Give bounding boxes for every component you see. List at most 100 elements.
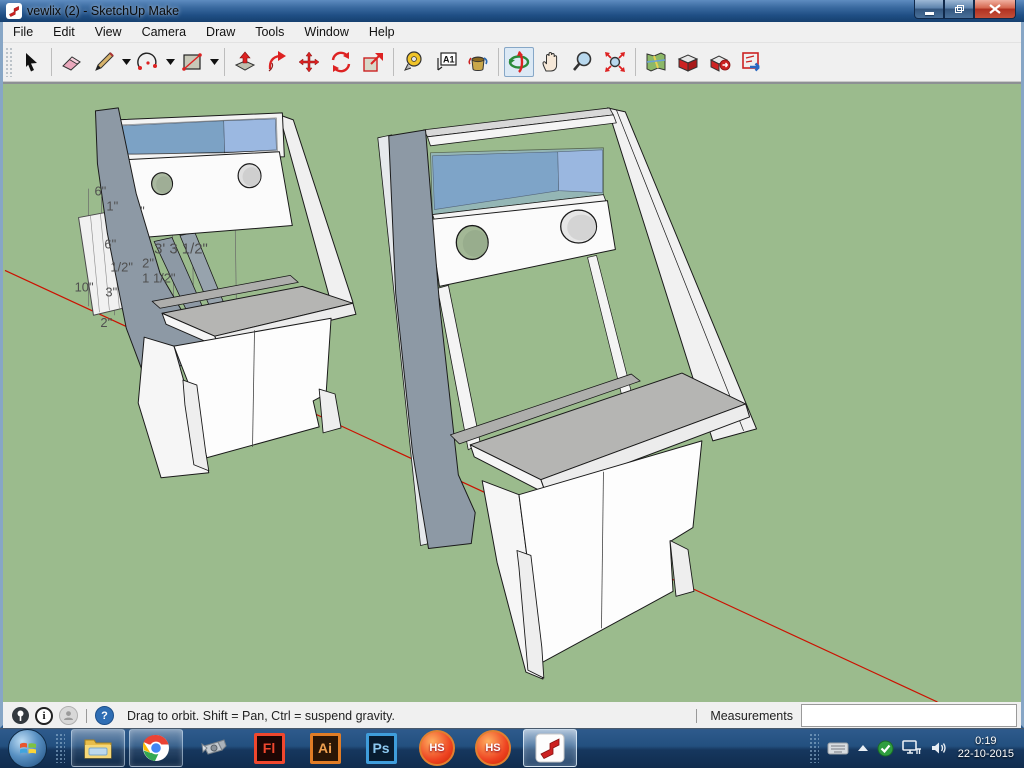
keyboard-icon[interactable] [827,741,849,755]
add-location-button[interactable] [641,47,671,77]
dim-label: " [140,204,145,219]
follow-me-tool-button[interactable] [262,47,292,77]
taskbar-chrome[interactable] [129,729,183,767]
menu-edit[interactable]: Edit [43,23,85,41]
sketchup-window: vewlix (2) - SketchUp Make File Edit Vie… [0,0,1024,728]
push-pull-tool-button[interactable] [230,47,260,77]
menu-help[interactable]: Help [359,23,405,41]
network-icon[interactable] [902,740,922,756]
model-canvas[interactable]: 6" 1" 6" 1/2" 10" 3" 2" " 3' 3 1/2" 2" 1… [3,84,1021,702]
line-tool-button[interactable] [89,47,119,77]
updates-icon[interactable] [877,740,894,757]
dim-label: 2" [142,255,154,270]
menu-draw[interactable]: Draw [196,23,245,41]
menu-file[interactable]: File [3,23,43,41]
taskbar-grip[interactable] [55,733,65,763]
rectangle-icon [180,50,204,74]
taskbar-3d-camera[interactable] [187,730,239,766]
menu-bar: File Edit View Camera Draw Tools Window … [3,22,1021,43]
flash-icon: Fl [254,733,285,764]
model-viewport[interactable]: 6" 1" 6" 1/2" 10" 3" 2" " 3' 3 1/2" 2" 1… [3,82,1021,702]
menu-view[interactable]: View [85,23,132,41]
eraser-tool-button[interactable] [57,47,87,77]
minimize-button[interactable] [914,0,944,19]
credits-info-icon[interactable]: i [35,707,53,725]
text-tool-button[interactable]: A1 [431,47,461,77]
menu-window[interactable]: Window [294,23,358,41]
3d-camera-icon [198,734,228,762]
volume-icon[interactable] [930,740,948,756]
dim-label: 6" [94,184,106,199]
window-title: vewlix (2) - SketchUp Make [27,4,179,18]
paint-bucket-tool-button[interactable] [463,47,493,77]
rotate-tool-button[interactable] [326,47,356,77]
get-models-button[interactable] [673,47,703,77]
taskbar-illustrator[interactable]: Ai [299,730,351,766]
start-button[interactable] [8,729,47,768]
tray-grip[interactable] [809,733,819,763]
sketchup-logo-icon [6,3,22,19]
arc-icon [136,50,160,74]
title-bar[interactable]: vewlix (2) - SketchUp Make [0,0,1024,22]
orbit-icon [507,50,531,74]
tape-measure-tool-button[interactable] [399,47,429,77]
text-icon: A1 [434,50,458,74]
zoom-tool-button[interactable] [568,47,598,77]
arc-tool-dropdown[interactable] [164,48,176,76]
close-button[interactable] [974,0,1016,19]
send-to-layout-button[interactable] [737,47,767,77]
zoom-extents-icon [603,50,627,74]
arc-tool-button[interactable] [133,47,163,77]
share-model-button[interactable] [705,47,735,77]
taskbar-explorer[interactable] [71,729,125,767]
show-hidden-icon[interactable] [857,744,869,752]
paint-bucket-icon [466,50,490,74]
scale-tool-button[interactable] [358,47,388,77]
move-icon [297,50,321,74]
rectangle-tool-dropdown[interactable] [208,48,220,76]
pan-hand-icon [539,50,563,74]
taskbar-hs-app-2[interactable]: HS [467,730,519,766]
measurements-input[interactable] [801,704,1017,727]
pan-tool-button[interactable] [536,47,566,77]
zoom-extents-tool-button[interactable] [600,47,630,77]
menu-camera[interactable]: Camera [132,23,196,41]
rectangle-tool-button[interactable] [177,47,207,77]
system-tray: 0:19 22-10-2015 [805,733,1024,763]
select-tool-button[interactable] [16,47,46,77]
dim-label: 10" [75,279,94,294]
chrome-icon [141,733,171,763]
move-tool-button[interactable] [294,47,324,77]
scale-icon [361,50,385,74]
orbit-tool-button[interactable] [504,47,534,77]
sketchup-app-icon [6,3,22,19]
dim-label: 3" [105,284,117,299]
right-arcade-cabinet [378,108,757,679]
taskbar-photoshop[interactable]: Ps [355,730,407,766]
chevron-down-icon [166,59,175,65]
add-location-map-icon [644,50,668,74]
line-pencil-icon [92,50,116,74]
taskbar-sketchup[interactable] [523,729,577,767]
measurements-label: Measurements [710,709,793,723]
line-tool-dropdown[interactable] [120,48,132,76]
taskbar-clock[interactable]: 0:19 22-10-2015 [958,735,1014,761]
dim-label: 6" [104,236,116,251]
geolocation-icon[interactable] [12,707,29,724]
hs-icon: HS [475,730,511,766]
help-icon[interactable]: ? [95,706,114,725]
dim-label: 1 1/2" [142,270,176,285]
taskbar-flash[interactable]: Fl [243,730,295,766]
photoshop-icon: Ps [366,733,397,764]
status-separator [86,709,87,723]
toolbar: A1 [3,43,1021,82]
menu-tools[interactable]: Tools [245,23,294,41]
toolbar-grip[interactable] [5,47,13,77]
dim-label: 1/2" [110,259,133,274]
restore-button[interactable] [944,0,974,19]
illustrator-label: Ai [318,740,332,756]
restore-icon [955,5,964,13]
sign-in-icon[interactable] [59,706,78,725]
dim-label: 3' 3 1/2" [154,240,208,257]
taskbar-hs-app-1[interactable]: HS [411,730,463,766]
